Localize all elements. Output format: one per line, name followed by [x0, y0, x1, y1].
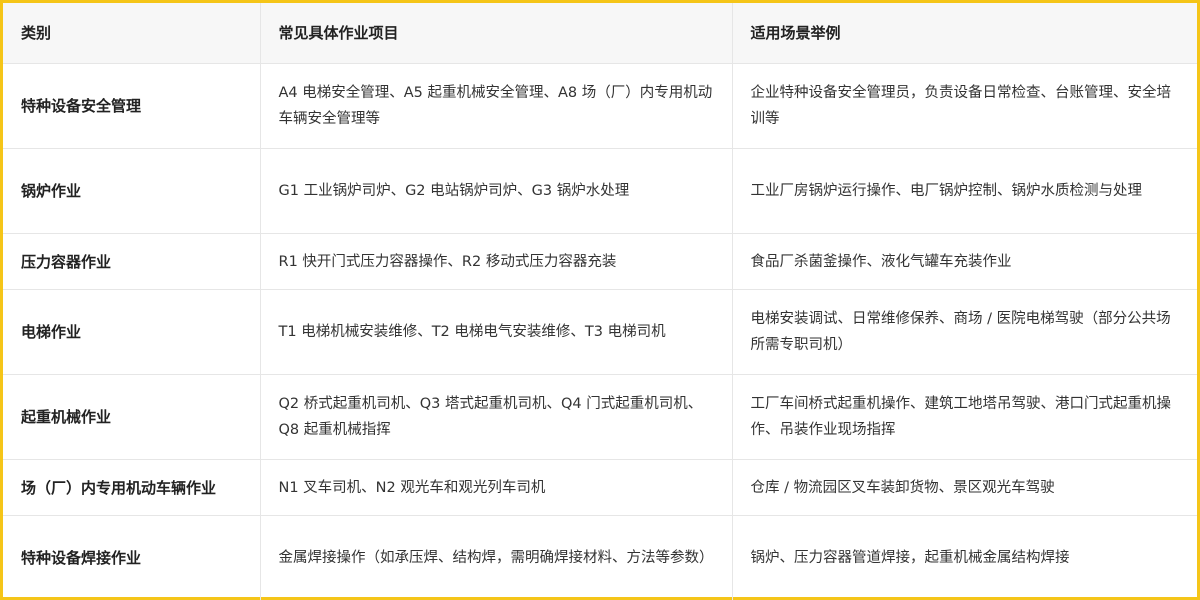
items-cell: G1 工业锅炉司炉、G2 电站锅炉司炉、G3 锅炉水处理	[259, 148, 733, 234]
table-row: 电梯作业 T1 电梯机械安装维修、T2 电梯电气安装维修、T3 电梯司机 电梯安…	[3, 289, 1197, 375]
work-category-table: 类别 常见具体作业项目 适用场景举例 特种设备安全管理 A4 电梯安全管理、A5…	[3, 3, 1197, 600]
table-row: 特种设备焊接作业 金属焊接操作（如承压焊、结构焊，需明确焊接材料、方法等参数） …	[3, 515, 1197, 600]
table-row: 场（厂）内专用机动车辆作业 N1 叉车司机、N2 观光车和观光列车司机 仓库 /…	[3, 459, 1197, 516]
table-header-row: 类别 常见具体作业项目 适用场景举例	[3, 3, 1197, 64]
header-category: 类别	[3, 3, 261, 64]
scenes-cell: 工厂车间桥式起重机操作、建筑工地塔吊驾驶、港口门式起重机操作、吊装作业现场指挥	[731, 374, 1197, 460]
items-cell: N1 叉车司机、N2 观光车和观光列车司机	[259, 459, 733, 516]
header-scenes: 适用场景举例	[731, 3, 1197, 64]
items-cell: R1 快开门式压力容器操作、R2 移动式压力容器充装	[259, 233, 733, 290]
items-cell: T1 电梯机械安装维修、T2 电梯电气安装维修、T3 电梯司机	[259, 289, 733, 375]
category-cell: 压力容器作业	[3, 233, 261, 290]
scenes-cell: 仓库 / 物流园区叉车装卸货物、景区观光车驾驶	[731, 459, 1197, 516]
table-row: 特种设备安全管理 A4 电梯安全管理、A5 起重机械安全管理、A8 场（厂）内专…	[3, 63, 1197, 149]
header-items: 常见具体作业项目	[259, 3, 733, 64]
category-cell: 电梯作业	[3, 289, 261, 375]
category-cell: 特种设备安全管理	[3, 63, 261, 149]
scenes-cell: 锅炉、压力容器管道焊接，起重机械金属结构焊接	[731, 515, 1197, 600]
table-row: 起重机械作业 Q2 桥式起重机司机、Q3 塔式起重机司机、Q4 门式起重机司机、…	[3, 374, 1197, 460]
category-cell: 场（厂）内专用机动车辆作业	[3, 459, 261, 516]
scenes-cell: 工业厂房锅炉运行操作、电厂锅炉控制、锅炉水质检测与处理	[731, 148, 1197, 234]
items-cell: A4 电梯安全管理、A5 起重机械安全管理、A8 场（厂）内专用机动车辆安全管理…	[259, 63, 733, 149]
scenes-cell: 电梯安装调试、日常维修保养、商场 / 医院电梯驾驶（部分公共场所需专职司机）	[731, 289, 1197, 375]
scenes-cell: 食品厂杀菌釜操作、液化气罐车充装作业	[731, 233, 1197, 290]
items-cell: Q2 桥式起重机司机、Q3 塔式起重机司机、Q4 门式起重机司机、Q8 起重机械…	[259, 374, 733, 460]
category-cell: 起重机械作业	[3, 374, 261, 460]
table-frame: 类别 常见具体作业项目 适用场景举例 特种设备安全管理 A4 电梯安全管理、A5…	[0, 0, 1200, 600]
items-cell: 金属焊接操作（如承压焊、结构焊，需明确焊接材料、方法等参数）	[259, 515, 733, 600]
category-cell: 特种设备焊接作业	[3, 515, 261, 600]
scenes-cell: 企业特种设备安全管理员，负责设备日常检查、台账管理、安全培训等	[731, 63, 1197, 149]
table-row: 压力容器作业 R1 快开门式压力容器操作、R2 移动式压力容器充装 食品厂杀菌釜…	[3, 233, 1197, 290]
table-row: 锅炉作业 G1 工业锅炉司炉、G2 电站锅炉司炉、G3 锅炉水处理 工业厂房锅炉…	[3, 148, 1197, 234]
category-cell: 锅炉作业	[3, 148, 261, 234]
